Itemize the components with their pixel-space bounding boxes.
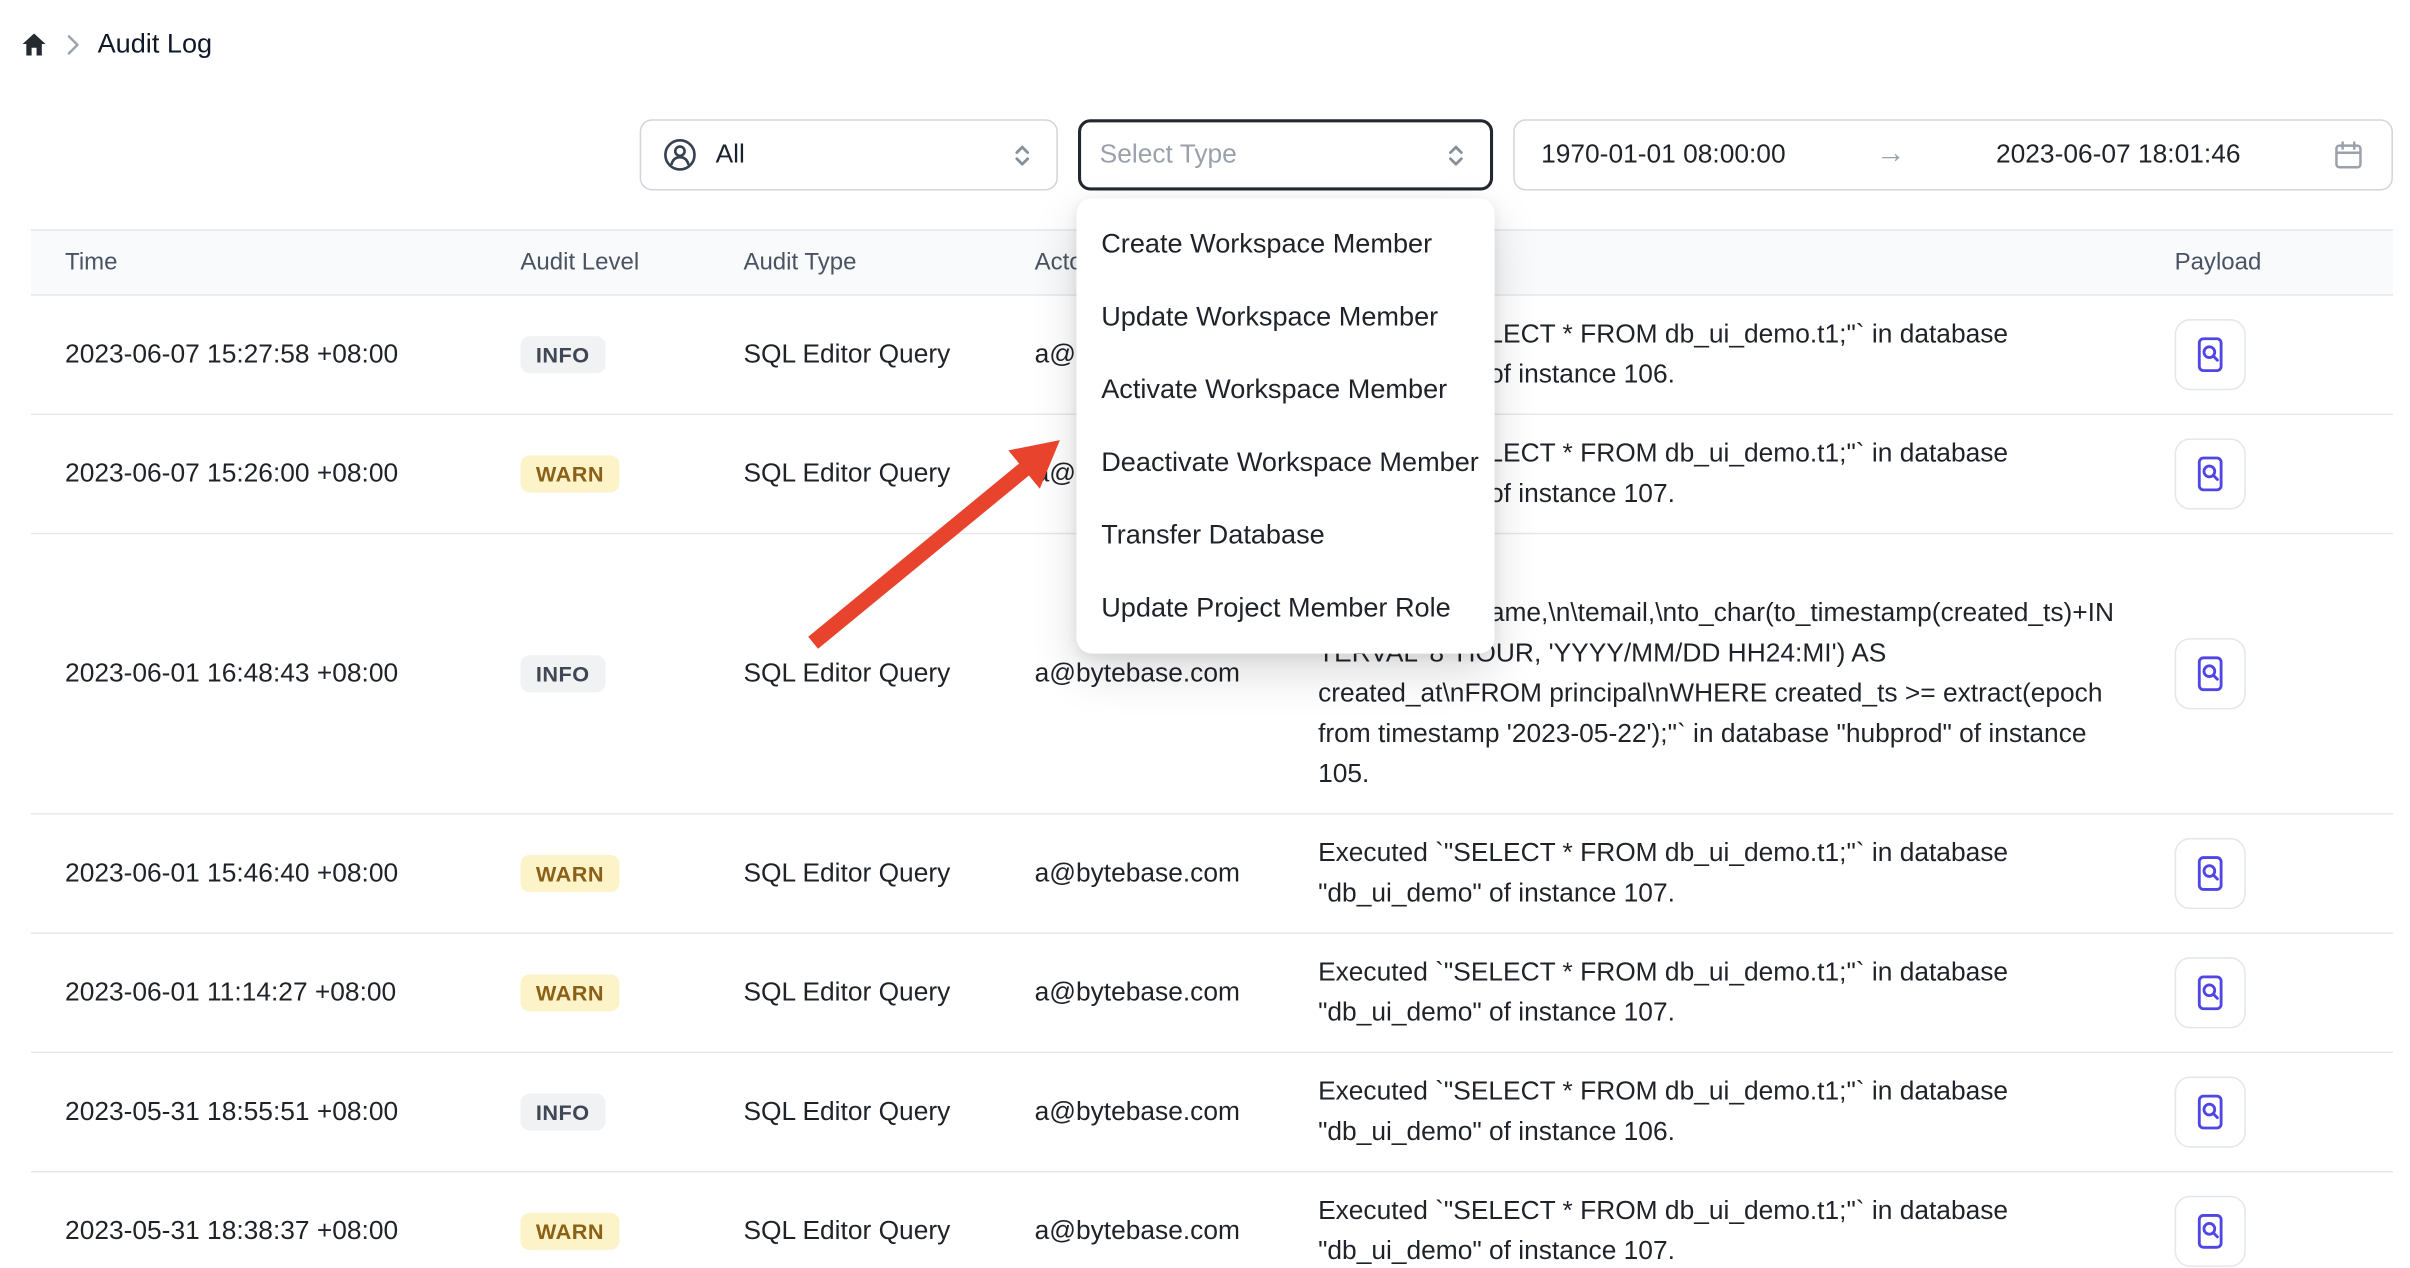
audit-comment: Executed `"SELECT * FROM db_ui_demo.t1;"… (1318, 953, 2116, 1034)
audit-actor: a@bytebase.com (1035, 858, 1318, 889)
dropdown-item-deactivate-workspace-member[interactable]: Deactivate Workspace Member (1076, 426, 1494, 499)
header-audit-level: Audit Level (520, 249, 743, 277)
payload-document-icon (2190, 853, 2230, 893)
audit-comment: Executed `"SELECT * FROM db_ui_demo.t1;"… (1318, 833, 2116, 914)
payload-document-icon (2190, 654, 2230, 694)
audit-type: SQL Editor Query (743, 458, 1034, 489)
payload-document-icon (2190, 1092, 2230, 1132)
audit-time: 2023-05-31 18:38:37 +08:00 (31, 1216, 520, 1247)
view-payload-button[interactable] (2175, 1196, 2246, 1267)
chevron-right-icon (67, 33, 81, 55)
view-payload-button[interactable] (2175, 438, 2246, 509)
audit-log-page: Audit Log All Select Type (0, 0, 2410, 1268)
audit-time: 2023-05-31 18:55:51 +08:00 (31, 1097, 520, 1128)
header-audit-type: Audit Type (743, 249, 1034, 277)
audit-time: 2023-06-01 15:46:40 +08:00 (31, 858, 520, 889)
audit-comment: Executed `"SELECT * FROM db_ui_demo.t1;"… (1318, 1191, 2116, 1268)
user-filter-value: All (716, 139, 745, 170)
audit-actor: a@bytebase.com (1035, 1097, 1318, 1128)
audit-actor: a@bytebase.com (1035, 977, 1318, 1008)
audit-comment: Executed `"SELECT * FROM db_ui_demo.t1;"… (1318, 1072, 2116, 1153)
audit-level-badge: WARN (520, 1213, 619, 1250)
date-range-picker[interactable]: 1970-01-01 08:00:00 → 2023-06-07 18:01:4… (1513, 119, 2393, 190)
audit-type: SQL Editor Query (743, 339, 1034, 370)
audit-type: SQL Editor Query (743, 1216, 1034, 1247)
view-payload-button[interactable] (2175, 319, 2246, 390)
audit-type: SQL Editor Query (743, 1097, 1034, 1128)
date-range-end[interactable]: 2023-06-07 18:01:46 (1996, 139, 2240, 170)
payload-document-icon (2190, 1211, 2230, 1251)
dropdown-item-activate-workspace-member[interactable]: Activate Workspace Member (1076, 353, 1494, 426)
updown-chevrons-icon (1007, 139, 1038, 172)
audit-level-badge: WARN (520, 455, 619, 492)
audit-time: 2023-06-01 11:14:27 +08:00 (31, 977, 520, 1008)
audit-level-badge: INFO (520, 336, 605, 373)
table-row: 2023-06-01 15:46:40 +08:00 WARN SQL Edit… (31, 815, 2393, 934)
payload-document-icon (2190, 335, 2230, 375)
home-icon[interactable] (19, 29, 50, 58)
type-filter-placeholder: Select Type (1100, 139, 1237, 170)
view-payload-button[interactable] (2175, 1076, 2246, 1147)
audit-type: SQL Editor Query (743, 977, 1034, 1008)
table-row: 2023-06-01 11:14:27 +08:00 WARN SQL Edit… (31, 934, 2393, 1053)
dropdown-item-update-workspace-member[interactable]: Update Workspace Member (1076, 280, 1494, 353)
header-payload: Payload (2116, 249, 2393, 277)
table-row: 2023-05-31 18:55:51 +08:00 INFO SQL Edit… (31, 1053, 2393, 1172)
audit-time: 2023-06-07 15:26:00 +08:00 (31, 458, 520, 489)
dropdown-item-create-workspace-member[interactable]: Create Workspace Member (1076, 208, 1494, 281)
audit-level-badge: WARN (520, 855, 619, 892)
payload-document-icon (2190, 454, 2230, 494)
view-payload-button[interactable] (2175, 838, 2246, 909)
arrow-right-icon: → (1876, 138, 1905, 172)
audit-time: 2023-06-07 15:27:58 +08:00 (31, 339, 520, 370)
audit-actor: a@bytebase.com (1035, 1216, 1318, 1247)
type-filter-select[interactable]: Select Type (1078, 119, 1493, 190)
audit-level-badge: INFO (520, 1093, 605, 1130)
updown-chevrons-icon (1440, 139, 1471, 172)
audit-level-badge: INFO (520, 655, 605, 692)
breadcrumb: Audit Log (19, 28, 213, 61)
table-row: 2023-05-31 18:38:37 +08:00 WARN SQL Edit… (31, 1172, 2393, 1268)
type-dropdown-menu: Create Workspace Member Update Workspace… (1076, 198, 1494, 653)
header-time: Time (31, 249, 520, 277)
view-payload-button[interactable] (2175, 957, 2246, 1028)
user-filter-select[interactable]: All (640, 119, 1058, 190)
user-icon (660, 135, 700, 175)
audit-type: SQL Editor Query (743, 658, 1034, 689)
date-range-start[interactable]: 1970-01-01 08:00:00 (1541, 139, 1785, 170)
view-payload-button[interactable] (2175, 638, 2246, 709)
dropdown-item-update-project-member-role[interactable]: Update Project Member Role (1076, 572, 1494, 645)
audit-level-badge: WARN (520, 974, 619, 1011)
audit-time: 2023-06-01 16:48:43 +08:00 (31, 658, 520, 689)
audit-type: SQL Editor Query (743, 858, 1034, 889)
audit-actor: a@bytebase.com (1035, 658, 1318, 689)
calendar-icon (2331, 138, 2365, 172)
page-title: Audit Log (98, 28, 213, 61)
filter-bar: All Select Type 1970-01-01 08:00:00 → 20… (640, 119, 2393, 190)
dropdown-item-transfer-database[interactable]: Transfer Database (1076, 499, 1494, 572)
payload-document-icon (2190, 973, 2230, 1013)
